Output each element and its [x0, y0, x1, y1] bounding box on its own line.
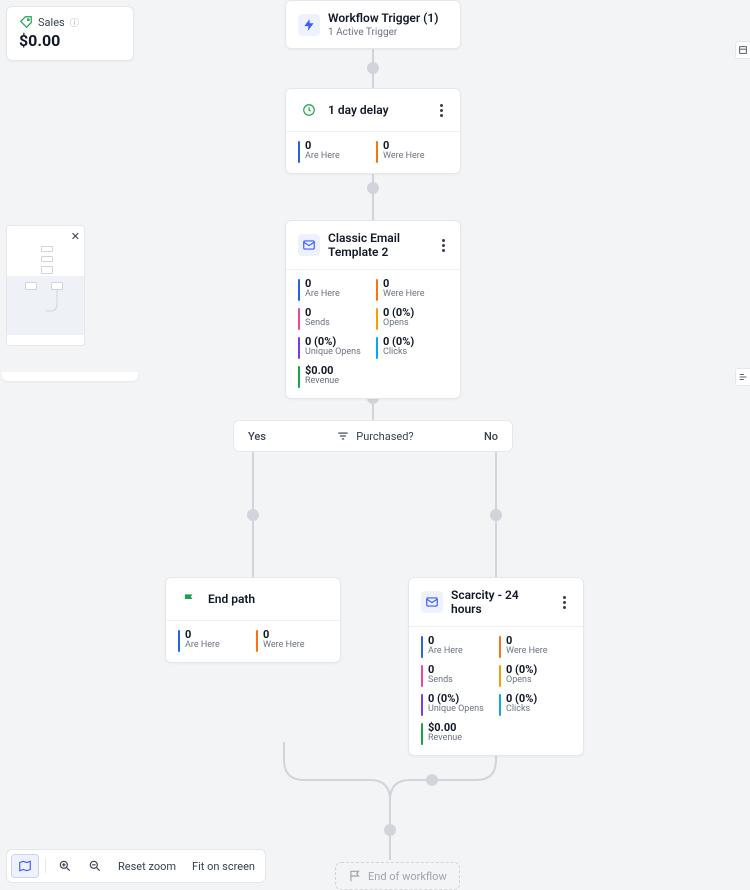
email-node-1[interactable]: Classic Email Template 2 0Are Here 0Were…: [285, 220, 461, 399]
email1-menu-button[interactable]: [438, 239, 448, 252]
email1-title: Classic Email Template 2: [328, 231, 422, 259]
zoom-in-icon: [58, 859, 72, 873]
fit-screen-button[interactable]: Fit on screen: [186, 856, 261, 877]
sales-value: $0.00: [19, 31, 121, 50]
minimap[interactable]: ✕: [6, 225, 85, 346]
trigger-title: Workflow Trigger (1): [328, 11, 438, 25]
collapsed-panel: [2, 372, 138, 381]
minimap-close-button[interactable]: ✕: [71, 230, 80, 243]
clock-icon: [298, 99, 320, 121]
info-icon[interactable]: ⓘ: [70, 16, 79, 29]
minimap-viewport: [7, 276, 84, 335]
map-mode-button[interactable]: [11, 854, 39, 878]
zoom-toolbar: Reset zoom Fit on screen: [6, 849, 266, 883]
sales-label: Sales: [38, 16, 65, 29]
flag-outline-icon: [348, 869, 362, 883]
stat-are-here: 0Are Here: [298, 140, 370, 163]
right-tab-1[interactable]: [735, 41, 750, 59]
sales-card: Sales ⓘ $0.00: [6, 6, 134, 61]
reset-zoom-button[interactable]: Reset zoom: [112, 856, 182, 877]
decision-yes: Yes: [248, 430, 266, 443]
mail-icon: [298, 234, 320, 256]
end-of-workflow: End of workflow: [335, 862, 460, 890]
decision-node[interactable]: Yes Purchased? No: [233, 420, 513, 452]
flag-icon: [178, 588, 200, 610]
stat-were-here: 0Were Here: [376, 140, 448, 163]
bolt-icon: [298, 14, 320, 36]
email-node-2[interactable]: Scarcity - 24 hours 0Are Here 0Were Here…: [408, 577, 584, 756]
delay-node[interactable]: 1 day delay 0Are Here 0Were Here: [285, 88, 461, 174]
zoom-in-button[interactable]: [52, 855, 78, 877]
trigger-node[interactable]: Workflow Trigger (1) 1 Active Trigger: [285, 0, 461, 49]
email2-title: Scarcity - 24 hours: [451, 588, 542, 616]
decision-no: No: [484, 430, 498, 443]
map-icon: [18, 859, 32, 873]
price-tag-icon: [19, 15, 33, 29]
zoom-out-icon: [88, 859, 102, 873]
end-path-title: End path: [208, 592, 255, 606]
delay-menu-button[interactable]: [434, 104, 448, 117]
right-tab-2[interactable]: [735, 368, 750, 386]
mail-icon: [421, 591, 443, 613]
decision-cond: Purchased?: [356, 430, 413, 443]
end-path-node[interactable]: End path 0Are Here 0Were Here: [165, 577, 341, 663]
filter-icon: [336, 429, 350, 443]
delay-title: 1 day delay: [328, 103, 389, 117]
zoom-out-button[interactable]: [82, 855, 108, 877]
trigger-sub: 1 Active Trigger: [328, 27, 438, 38]
email2-menu-button[interactable]: [558, 596, 571, 609]
